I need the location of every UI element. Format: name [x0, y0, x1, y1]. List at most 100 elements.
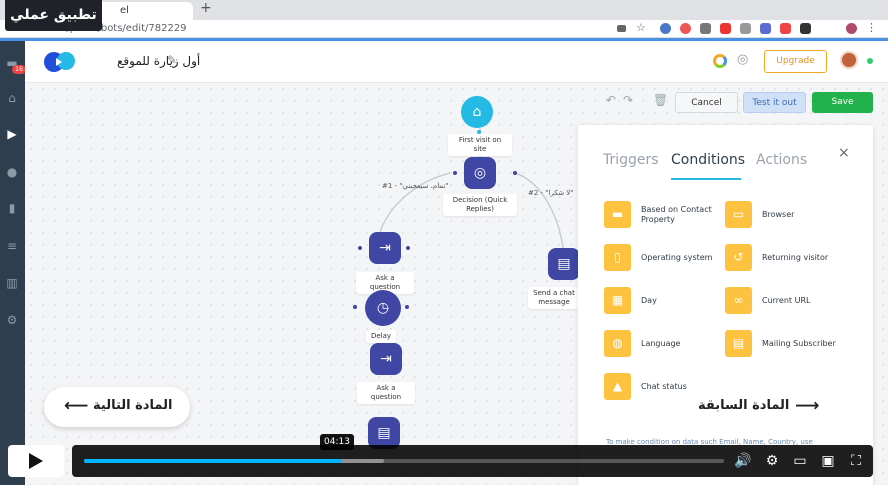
condition-browser[interactable]: ▭ Browser: [725, 201, 855, 229]
redo-icon[interactable]: ↷: [623, 93, 633, 107]
return-icon: ↺: [725, 244, 752, 271]
message-icon: ▤: [557, 256, 571, 272]
extension-icon[interactable]: [760, 23, 771, 34]
flow-node-delay[interactable]: ◷: [365, 290, 401, 326]
tab-actions[interactable]: Actions: [756, 152, 807, 168]
progress-ring-icon[interactable]: [713, 54, 727, 68]
fullscreen-icon[interactable]: ⛶: [846, 451, 866, 471]
extension-icon[interactable]: [660, 23, 671, 34]
new-tab-button[interactable]: +: [200, 0, 212, 16]
node-label: Decision (Quick Replies): [443, 194, 517, 216]
extension-icon[interactable]: [780, 23, 791, 34]
trash-icon[interactable]: 🗑: [653, 93, 668, 107]
cancel-button[interactable]: Cancel: [675, 92, 738, 113]
progress-track[interactable]: [84, 459, 724, 463]
condition-label: Day: [641, 296, 657, 305]
extension-icon[interactable]: [720, 23, 731, 34]
node-label: Send a chat message: [528, 287, 580, 309]
undo-icon[interactable]: ↶: [606, 93, 616, 107]
flow-node-question[interactable]: ⇥: [370, 343, 402, 375]
flow-node-question[interactable]: ⇥: [369, 232, 401, 264]
picture-in-picture-icon[interactable]: ▣: [818, 451, 838, 471]
book-icon[interactable]: ▮: [5, 201, 19, 215]
browser-tab-bar: el +: [0, 0, 888, 20]
condition-returning-visitor[interactable]: ↺ Returning visitor: [725, 244, 855, 272]
condition-day[interactable]: ▦ Day: [604, 287, 734, 315]
home-icon[interactable]: ⌂: [5, 91, 19, 105]
contacts-icon[interactable]: ●: [5, 165, 19, 179]
globe-icon: ◍: [604, 330, 631, 357]
notification-badge: 16: [12, 65, 26, 74]
condition-label: Chat status: [641, 382, 687, 391]
address-bar[interactable]: com/panel/bots/edit/782229 ☆ ⋮: [0, 20, 888, 38]
close-icon[interactable]: ×: [838, 145, 850, 161]
next-lesson-button[interactable]: ⟵ المادة التالية: [44, 387, 190, 427]
condition-label: Current URL: [762, 296, 811, 305]
upgrade-button[interactable]: Upgrade: [764, 50, 827, 73]
connector-dot[interactable]: [453, 171, 457, 175]
extension-icon[interactable]: [800, 23, 811, 34]
analytics-icon[interactable]: ▥: [5, 276, 19, 290]
condition-language[interactable]: ◍ Language: [604, 330, 734, 358]
extension-icon[interactable]: [740, 23, 751, 34]
condition-operating-system[interactable]: ▯ Operating system: [604, 244, 734, 272]
condition-label: Mailing Subscriber: [762, 339, 836, 348]
online-status-dot: [867, 58, 873, 64]
broadcast-icon[interactable]: ◎: [737, 52, 748, 67]
edge-label-2: #2 - "لا شكرا": [528, 189, 574, 197]
condition-label: Operating system: [641, 253, 713, 262]
question-icon: ⇥: [380, 351, 392, 367]
test-it-out-button[interactable]: Test it out: [743, 92, 806, 113]
connector-dot[interactable]: [477, 130, 481, 134]
connector-dot[interactable]: [358, 246, 362, 250]
video-control-bar: 🔊 ⚙ ▭ ▣ ⛶: [72, 445, 873, 477]
bot-name[interactable]: أول زيارة للموقع: [117, 54, 200, 68]
flow-node-decision[interactable]: ◎: [464, 157, 496, 189]
folder-icon: ▬: [604, 201, 631, 228]
gear-icon[interactable]: ⚙: [5, 313, 19, 327]
clock-icon: ◷: [376, 300, 390, 316]
volume-icon[interactable]: 🔊: [733, 451, 753, 471]
condition-label: Browser: [762, 210, 795, 219]
tab-conditions[interactable]: Conditions: [671, 152, 745, 168]
node-label: First visit on site: [448, 134, 512, 156]
extension-icon[interactable]: [680, 23, 691, 34]
browser-icon: ▭: [725, 201, 752, 228]
camera-icon[interactable]: [617, 25, 626, 32]
played-bar: [84, 459, 342, 463]
star-icon[interactable]: ☆: [636, 21, 646, 34]
flow-node-message[interactable]: ▤: [548, 248, 580, 280]
condition-label: Language: [641, 339, 681, 348]
bell-icon: ▲: [604, 373, 631, 400]
condition-label: Based on Contact Property: [641, 205, 712, 224]
connector-dot[interactable]: [405, 305, 409, 309]
settings-sliders-icon[interactable]: ≡: [5, 239, 19, 253]
active-tab-indicator: [671, 178, 741, 180]
arrow-right-icon: ⟶: [795, 396, 820, 416]
browser-tab-title: el: [120, 5, 129, 16]
edit-pencil-icon[interactable]: ✎: [167, 53, 177, 67]
condition-current-url[interactable]: ∞ Current URL: [725, 287, 855, 315]
cast-icon[interactable]: ▭: [790, 451, 810, 471]
condition-label: Returning visitor: [762, 253, 829, 262]
bots-icon[interactable]: ▶: [5, 127, 19, 141]
profile-icon[interactable]: [846, 23, 857, 34]
save-button[interactable]: Save: [812, 92, 873, 113]
connector-dot[interactable]: [406, 246, 410, 250]
conditions-panel: Triggers Conditions Actions × ▬ Based on…: [578, 125, 873, 485]
lesson-badge: تطبيق عملي: [5, 0, 102, 31]
menu-icon[interactable]: ⋮: [866, 21, 877, 34]
avatar[interactable]: [840, 51, 858, 69]
flow-node-start[interactable]: ⌂: [461, 96, 493, 128]
tab-triggers[interactable]: Triggers: [603, 152, 659, 168]
question-icon: ⇥: [379, 240, 391, 256]
screen: el + com/panel/bots/edit/782229 ☆ ⋮ ▬ 16…: [0, 0, 888, 485]
extension-icon[interactable]: [700, 23, 711, 34]
condition-mailing-subscriber[interactable]: ▤ Mailing Subscriber: [725, 330, 855, 358]
connector-dot[interactable]: [513, 171, 517, 175]
connector-dot[interactable]: [353, 305, 357, 309]
condition-contact-property[interactable]: ▬ Based on Contact Property: [604, 201, 734, 229]
play-button[interactable]: [8, 445, 64, 477]
previous-lesson-button[interactable]: المادة السابقة ⟶: [688, 387, 828, 427]
settings-gear-icon[interactable]: ⚙: [762, 451, 782, 471]
